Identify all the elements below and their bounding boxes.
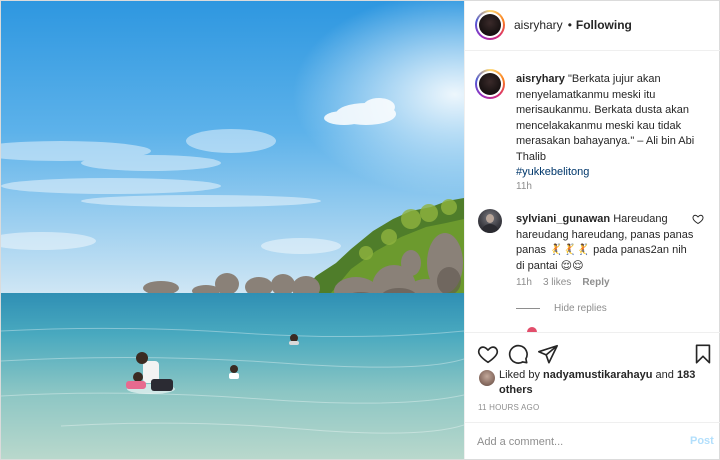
likes-summary: Liked by nadyamustikarahayu and 183 othe… [479,368,714,396]
separator-dot: • [567,18,572,32]
comment-meta: 11h 3 likes Reply [516,277,621,288]
caption-timestamp[interactable]: 11h [516,181,532,192]
likes-text: Liked by nadyamustikarahayu and 183 othe… [499,368,714,398]
caption-body: "Berkata jujur akan menyelamatkanmu mesk… [516,73,695,163]
comment-likes[interactable]: 3 likes [543,277,571,288]
hide-replies-toggle[interactable]: Hide replies [516,303,607,314]
paper-plane-icon[interactable] [537,343,559,365]
likes-conjunction: and [655,369,674,381]
comment: sylviani_gunawan Hareudang hareudang har… [516,212,696,274]
comment-like-heart-icon[interactable] [692,213,704,225]
post-photo[interactable] [1,1,464,459]
bookmark-icon[interactable] [692,343,714,365]
likes-prefix: Liked by [499,369,540,381]
post-comment-button[interactable]: Post [690,435,714,447]
author-username[interactable]: aisryhary [514,18,563,32]
add-comment-input[interactable] [477,434,677,450]
post-side-panel: aisryhary • Following aisryhary "Berkata j… [464,1,720,459]
comments-section[interactable]: aisryhary "Berkata jujur akan menyelamat… [465,52,720,332]
hide-replies-line [516,307,540,309]
beach-photo-illustration [1,1,464,459]
heart-icon[interactable] [477,343,499,365]
caption-author-avatar[interactable] [475,69,505,99]
caption-hashtag[interactable]: #yukkebelitong [516,165,713,181]
liker-avatar[interactable] [479,370,495,386]
commenter-username[interactable]: sylviani_gunawan [516,213,610,225]
comment-bubble-icon[interactable] [507,343,529,365]
add-comment-bar: Post [465,422,720,459]
author-avatar[interactable] [475,10,505,40]
caption-username[interactable]: aisryhary [516,73,565,85]
header-text: aisryhary • Following [514,18,632,32]
post-header: aisryhary • Following [465,1,720,51]
hide-replies-label: Hide replies [554,303,607,314]
reply-button[interactable]: Reply [582,277,609,288]
action-bar [465,332,720,370]
commenter-avatar[interactable] [478,209,502,233]
caption: aisryhary "Berkata jujur akan menyelamat… [516,72,713,181]
post-timestamp[interactable]: 11 HOURS AGO [478,403,539,412]
comment-time[interactable]: 11h [516,277,532,288]
following-button[interactable]: Following [576,18,632,32]
liker-username[interactable]: nadyamustikarahayu [543,369,652,381]
